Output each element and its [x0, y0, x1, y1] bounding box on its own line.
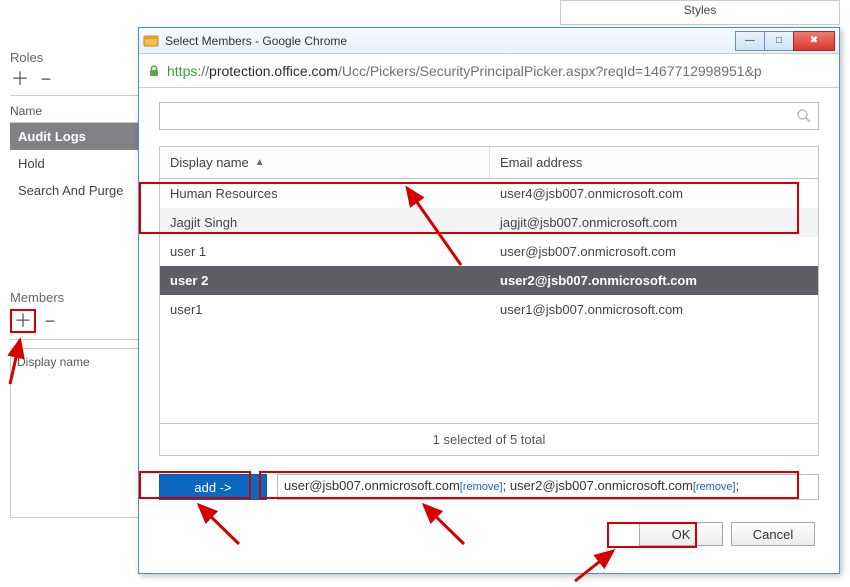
search-icon: [796, 108, 812, 124]
styles-tab: Styles: [560, 0, 840, 25]
table-row[interactable]: Jagjit Singhjagjit@jsb007.onmicrosoft.co…: [160, 208, 818, 237]
ok-button[interactable]: OK: [639, 522, 723, 546]
table-row[interactable]: user 1user@jsb007.onmicrosoft.com: [160, 237, 818, 266]
address-bar[interactable]: https://protection.office.com/Ucc/Picker…: [139, 54, 839, 88]
minimize-button[interactable]: —: [735, 31, 765, 51]
col-email[interactable]: Email address: [490, 147, 818, 178]
table-row[interactable]: user1user1@jsb007.onmicrosoft.com: [160, 295, 818, 324]
remove-role-icon[interactable]: −: [36, 69, 56, 89]
table-row[interactable]: Human Resourcesuser4@jsb007.onmicrosoft.…: [160, 179, 818, 208]
app-icon: [143, 33, 159, 49]
maximize-button[interactable]: □: [764, 31, 794, 51]
window-titlebar[interactable]: Select Members - Google Chrome — □ ✖: [139, 28, 839, 54]
selected-members-box[interactable]: user@jsb007.onmicrosoft.com[remove]; use…: [277, 474, 819, 500]
add-role-icon[interactable]: ＋: [10, 69, 30, 89]
url-text: https://protection.office.com/Ucc/Picker…: [167, 63, 762, 79]
selection-status: 1 selected of 5 total: [160, 423, 818, 455]
select-members-window: Select Members - Google Chrome — □ ✖ htt…: [138, 27, 840, 574]
members-table: Display name ▲ Email address Human Resou…: [159, 146, 819, 456]
add-member-icon[interactable]: ＋: [14, 311, 32, 331]
table-row[interactable]: user 2user2@jsb007.onmicrosoft.com: [160, 266, 818, 295]
remove-member-icon[interactable]: −: [40, 311, 60, 331]
add-button[interactable]: add ->: [159, 474, 267, 500]
remove-link[interactable]: [remove]: [460, 481, 503, 493]
remove-link[interactable]: [remove]: [693, 481, 736, 493]
window-title: Select Members - Google Chrome: [165, 34, 347, 48]
cancel-button[interactable]: Cancel: [731, 522, 815, 546]
search-input[interactable]: [159, 102, 819, 130]
table-body: Human Resourcesuser4@jsb007.onmicrosoft.…: [160, 179, 818, 423]
members-display-name-header: Display name: [17, 355, 90, 369]
sort-asc-icon: ▲: [255, 157, 265, 168]
col-display-name[interactable]: Display name ▲: [160, 147, 490, 178]
close-button[interactable]: ✖: [793, 31, 835, 51]
lock-icon: [147, 64, 161, 78]
